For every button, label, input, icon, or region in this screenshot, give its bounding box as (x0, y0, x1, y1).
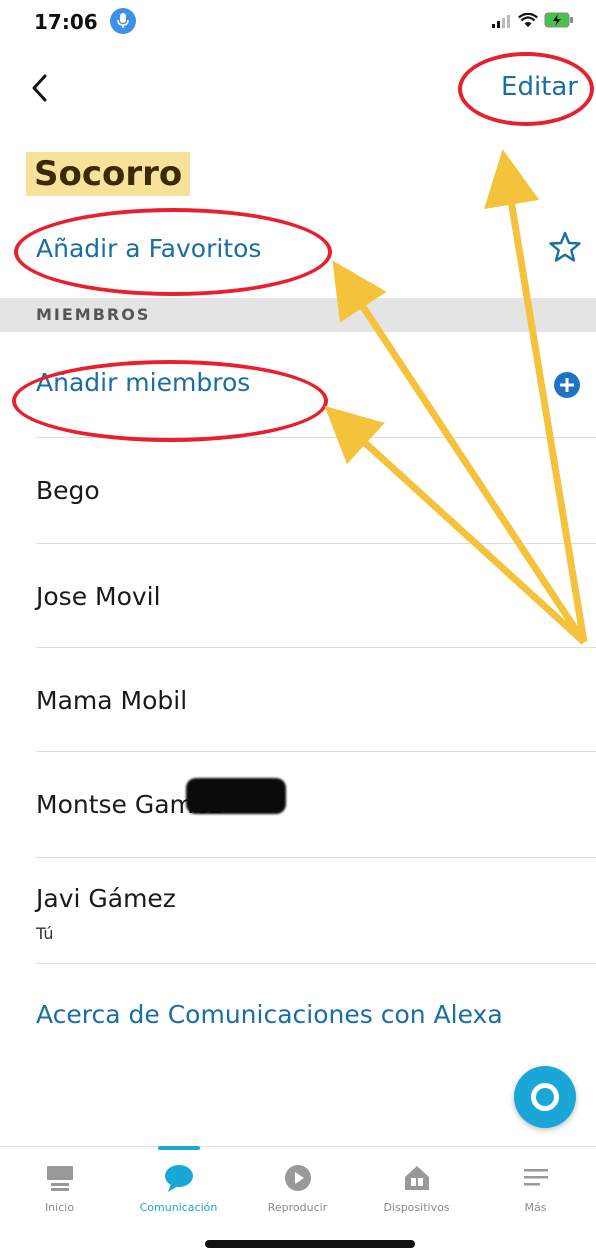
redaction-mark (186, 778, 286, 814)
home-indicator (205, 1240, 415, 1248)
cellular-signal-icon (492, 13, 512, 32)
tab-label: Más (524, 1201, 547, 1214)
alexa-button[interactable] (514, 1066, 576, 1128)
member-row[interactable]: Bego (36, 438, 596, 544)
status-time: 17:06 (34, 10, 98, 34)
tab-dispositivos[interactable]: Dispositivos (357, 1147, 476, 1229)
title-highlight: Socorro (26, 152, 191, 196)
chevron-left-icon (30, 73, 48, 107)
tab-label: Dispositivos (383, 1201, 450, 1214)
members-section-label: MIEMBROS (36, 305, 151, 324)
add-members-row[interactable]: Añadir miembros (36, 352, 596, 438)
active-tab-indicator (158, 1146, 200, 1150)
tab-inicio[interactable]: Inicio (0, 1147, 119, 1229)
bottom-tab-bar: Inicio Comunicación Reproducir Dispositi… (0, 1146, 596, 1228)
back-button[interactable] (30, 68, 70, 112)
navigation-bar: Editar (0, 60, 596, 120)
alexa-ring-icon (531, 1083, 559, 1111)
about-alexa-communications-link[interactable]: Acerca de Comunicaciones con Alexa (36, 1000, 503, 1029)
tab-label: Reproducir (267, 1201, 328, 1214)
member-subtitle: Tú (36, 924, 54, 943)
member-row[interactable]: Mama Mobil (36, 648, 596, 752)
tab-label: Inicio (44, 1201, 75, 1214)
add-to-favorites-label: Añadir a Favoritos (36, 234, 262, 263)
member-row[interactable]: Jose Movil (36, 544, 596, 648)
tab-reproducir[interactable]: Reproducir (238, 1147, 357, 1229)
play-icon (283, 1161, 313, 1195)
add-to-favorites-row[interactable]: Añadir a Favoritos (0, 222, 596, 288)
battery-charging-icon (544, 12, 574, 32)
members-section-header: MIEMBROS (0, 298, 596, 332)
status-bar: 17:06 (0, 0, 596, 46)
member-name: Jose Movil (36, 582, 161, 611)
menu-lines-icon (521, 1161, 551, 1195)
tab-label: Comunicación (139, 1201, 218, 1214)
plus-circle-icon[interactable] (554, 372, 580, 398)
member-name: Mama Mobil (36, 686, 188, 715)
member-row[interactable]: Javi Gámez Tú (36, 858, 596, 964)
member-name: Bego (36, 476, 100, 505)
add-members-label: Añadir miembros (36, 368, 251, 397)
chat-bubble-icon (163, 1161, 195, 1195)
wifi-icon (518, 12, 538, 32)
member-name: Javi Gámez (36, 884, 176, 913)
member-row[interactable]: Montse Gamez (36, 752, 596, 858)
home-tv-icon (45, 1161, 75, 1195)
microphone-icon (110, 8, 136, 34)
devices-house-icon (402, 1161, 432, 1195)
tab-comunicacion[interactable]: Comunicación (119, 1146, 238, 1229)
edit-button[interactable]: Editar (501, 72, 578, 102)
tab-mas[interactable]: Más (476, 1147, 595, 1229)
star-outline-icon[interactable] (548, 230, 582, 268)
page-title: Socorro (34, 154, 183, 194)
